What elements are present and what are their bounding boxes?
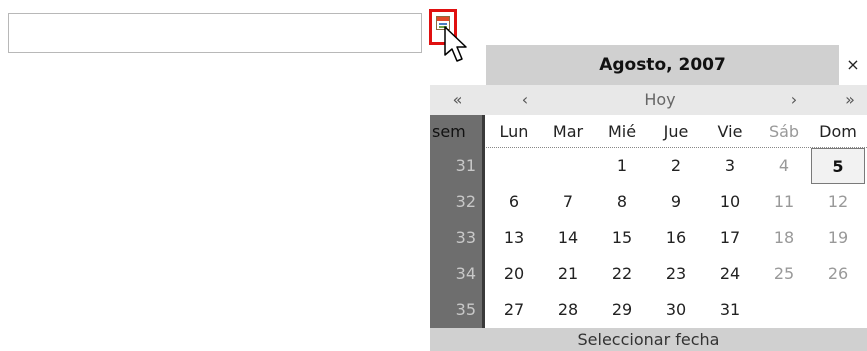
day-cell[interactable]: 22 bbox=[595, 256, 649, 292]
day-cell[interactable]: 2 bbox=[649, 148, 703, 184]
day-cell[interactable]: 9 bbox=[649, 184, 703, 220]
day-cell[interactable]: 13 bbox=[487, 220, 541, 256]
next-year-button[interactable]: » bbox=[835, 85, 865, 115]
weekday-header: Mié bbox=[607, 122, 637, 141]
day-cell[interactable]: 30 bbox=[649, 292, 703, 328]
weekday-header-row: sem Lun Mar Mié Jue Vie Sáb Dom bbox=[430, 115, 867, 148]
day-cell[interactable]: 20 bbox=[487, 256, 541, 292]
day-cell[interactable]: 29 bbox=[595, 292, 649, 328]
week-number: 31 bbox=[455, 156, 476, 175]
day-cell[interactable]: 8 bbox=[595, 184, 649, 220]
weekday-header: Jue bbox=[663, 122, 689, 141]
day-cell[interactable]: 21 bbox=[541, 256, 595, 292]
day-cell[interactable]: 14 bbox=[541, 220, 595, 256]
week-number: 32 bbox=[455, 192, 476, 211]
day-cell[interactable]: 10 bbox=[703, 184, 757, 220]
day-cell[interactable]: 16 bbox=[649, 220, 703, 256]
day-cell[interactable]: 6 bbox=[487, 184, 541, 220]
weekday-header: Lun bbox=[499, 122, 529, 141]
day-cell[interactable]: 25 bbox=[757, 256, 811, 292]
day-cell[interactable]: 4 bbox=[757, 148, 811, 184]
close-button[interactable]: × bbox=[839, 45, 867, 85]
weekday-header: Dom bbox=[819, 122, 857, 141]
day-cell[interactable]: 7 bbox=[541, 184, 595, 220]
day-cell[interactable]: 28 bbox=[541, 292, 595, 328]
week-number: 33 bbox=[455, 228, 476, 247]
calendar-popup: Agosto, 2007 × « ‹ Hoy › » sem Lun Mar Mié… bbox=[430, 45, 867, 351]
weekday-header: Sáb bbox=[768, 122, 800, 141]
day-cell[interactable]: 5 bbox=[811, 148, 865, 184]
day-cell[interactable]: 26 bbox=[811, 256, 865, 292]
day-cell[interactable]: 31 bbox=[703, 292, 757, 328]
calendar-nav: « ‹ Hoy › » bbox=[430, 85, 867, 115]
weekday-header: Vie bbox=[717, 122, 743, 141]
week-number: 34 bbox=[455, 264, 476, 283]
day-cell[interactable]: 18 bbox=[757, 220, 811, 256]
week-number: 35 bbox=[455, 300, 476, 319]
day-cell[interactable]: 3 bbox=[703, 148, 757, 184]
day-cell[interactable]: 27 bbox=[487, 292, 541, 328]
day-cell[interactable]: 1 bbox=[595, 148, 649, 184]
weekday-header: Mar bbox=[552, 122, 584, 141]
day-cell[interactable]: 23 bbox=[649, 256, 703, 292]
day-cell[interactable]: 12 bbox=[811, 184, 865, 220]
day-cell[interactable]: 24 bbox=[703, 256, 757, 292]
select-date-footer[interactable]: Seleccionar fecha bbox=[430, 328, 867, 351]
calendar-title-row: Agosto, 2007 × bbox=[430, 45, 867, 85]
week-header: sem bbox=[430, 115, 485, 148]
today-button[interactable]: Hoy bbox=[610, 85, 710, 115]
day-cell[interactable]: 11 bbox=[757, 184, 811, 220]
mouse-pointer-icon bbox=[444, 26, 467, 62]
next-month-button[interactable]: › bbox=[779, 85, 809, 115]
prev-year-button[interactable]: « bbox=[430, 85, 485, 115]
calendar-title: Agosto, 2007 bbox=[486, 45, 839, 85]
date-input[interactable] bbox=[8, 13, 422, 53]
prev-month-button[interactable]: ‹ bbox=[510, 85, 540, 115]
day-cell[interactable]: 15 bbox=[595, 220, 649, 256]
day-cell[interactable]: 17 bbox=[703, 220, 757, 256]
day-cell[interactable]: 19 bbox=[811, 220, 865, 256]
